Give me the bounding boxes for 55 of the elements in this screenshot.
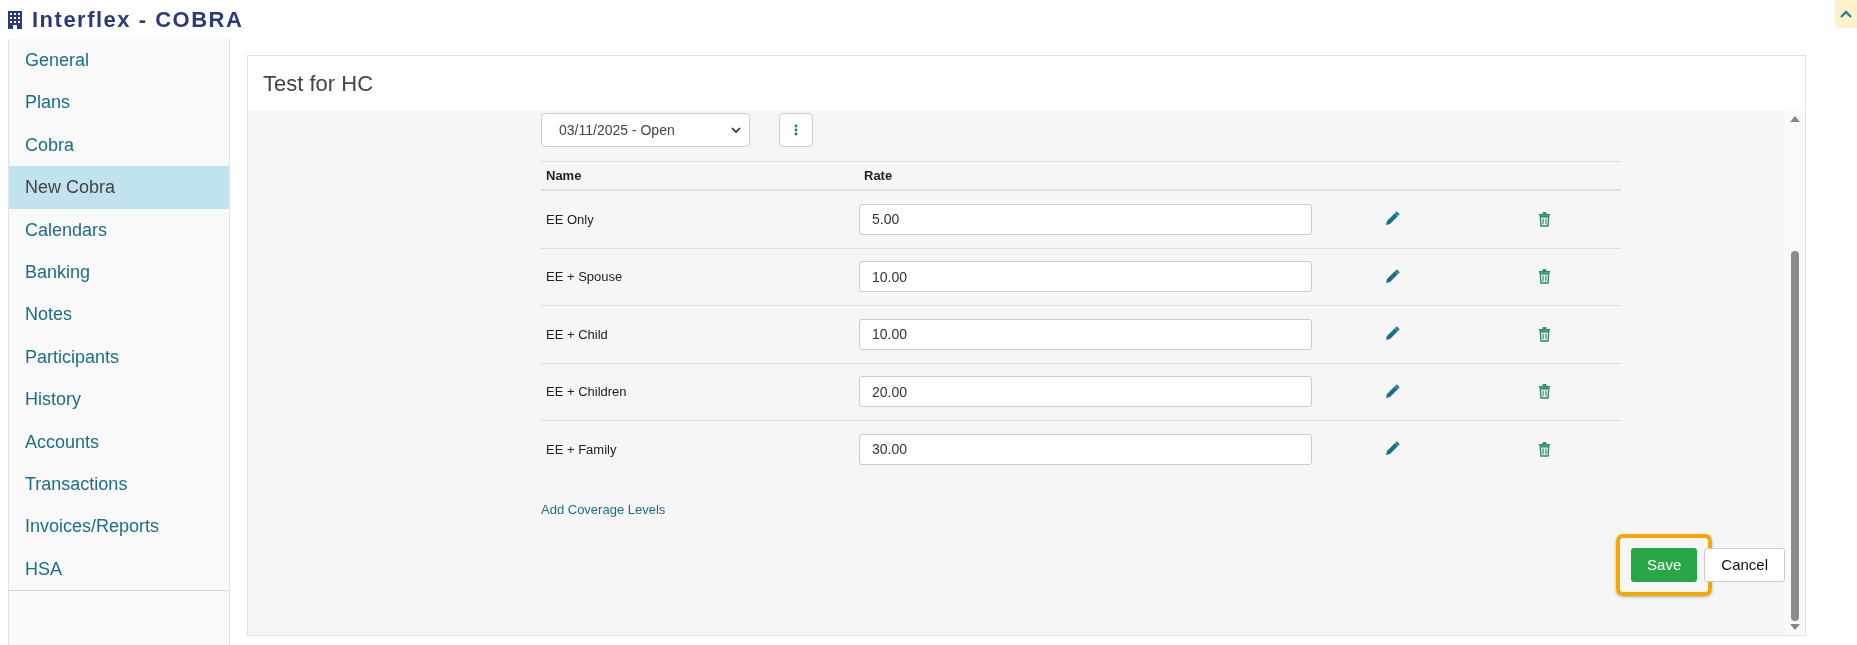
chevron-down-icon bbox=[731, 127, 741, 133]
app-title: Interflex - COBRA bbox=[32, 7, 244, 33]
scroll-up-icon bbox=[1790, 116, 1800, 122]
trash-icon bbox=[1538, 441, 1551, 457]
period-select[interactable]: 03/11/2025 - Open bbox=[541, 113, 750, 147]
rate-field[interactable]: 5.00 bbox=[859, 203, 1312, 235]
sidebar-item[interactable]: HSA bbox=[9, 547, 229, 591]
rate-field[interactable]: 30.00 bbox=[859, 433, 1312, 465]
trash-icon bbox=[1538, 211, 1551, 227]
trash-icon bbox=[1538, 326, 1551, 342]
cancel-button[interactable]: Cancel bbox=[1704, 547, 1785, 582]
save-button[interactable]: Save bbox=[1631, 547, 1698, 582]
trash-icon bbox=[1538, 269, 1551, 285]
pencil-icon bbox=[1384, 383, 1400, 400]
scroll-down-icon bbox=[1790, 624, 1800, 630]
trash-icon bbox=[1538, 384, 1551, 400]
table-cell-text: EE + Spouse bbox=[545, 269, 624, 285]
table-cell-text: EE + Children bbox=[545, 384, 628, 400]
sidebar-item[interactable]: New Cobra bbox=[9, 166, 229, 209]
scrollbar-thumb[interactable] bbox=[1791, 251, 1799, 621]
kebab-icon bbox=[794, 124, 798, 136]
table-cell-text: EE Only bbox=[545, 211, 595, 227]
sidebar-item[interactable]: Plans bbox=[9, 81, 229, 124]
delete-button[interactable] bbox=[1536, 267, 1553, 287]
column-header: Name bbox=[545, 168, 583, 183]
table-cell-text: EE + Family bbox=[545, 441, 618, 457]
rate-field[interactable]: 10.00 bbox=[859, 261, 1312, 293]
chevron-up-icon bbox=[1840, 10, 1852, 18]
table-cell-text: EE + Child bbox=[545, 326, 609, 342]
sidebar-item[interactable]: Transactions bbox=[9, 462, 229, 506]
delete-button[interactable] bbox=[1536, 439, 1553, 459]
sidebar-item[interactable]: Calendars bbox=[9, 208, 229, 251]
sidebar-item[interactable]: History bbox=[9, 378, 229, 421]
sidebar-item[interactable]: Notes bbox=[9, 293, 229, 336]
sidebar-item[interactable]: Banking bbox=[9, 250, 229, 294]
delete-button[interactable] bbox=[1536, 209, 1553, 229]
building-icon bbox=[8, 11, 22, 29]
sidebar-item[interactable]: Cobra bbox=[9, 123, 229, 167]
panel-title: Test for HC bbox=[262, 70, 375, 98]
column-header: Rate bbox=[863, 168, 894, 183]
pencil-icon bbox=[1384, 268, 1400, 285]
sidebar-item[interactable]: Invoices/Reports bbox=[9, 505, 229, 548]
pencil-icon bbox=[1384, 441, 1400, 458]
collapse-button[interactable] bbox=[1835, 0, 1857, 28]
delete-button[interactable] bbox=[1536, 324, 1553, 344]
add-coverage-levels-link[interactable]: Add Coverage Levels bbox=[541, 501, 666, 517]
delete-button[interactable] bbox=[1536, 382, 1553, 402]
sidebar-item[interactable]: General bbox=[9, 39, 229, 82]
pencil-icon bbox=[1384, 326, 1400, 343]
sidebar-item[interactable]: Participants bbox=[9, 335, 229, 379]
rate-field[interactable]: 10.00 bbox=[859, 318, 1312, 350]
select-value: 03/11/2025 - Open bbox=[559, 122, 675, 138]
sidebar-item[interactable]: Accounts bbox=[9, 420, 229, 463]
rate-field[interactable]: 20.00 bbox=[859, 376, 1312, 408]
pencil-icon bbox=[1384, 211, 1400, 228]
